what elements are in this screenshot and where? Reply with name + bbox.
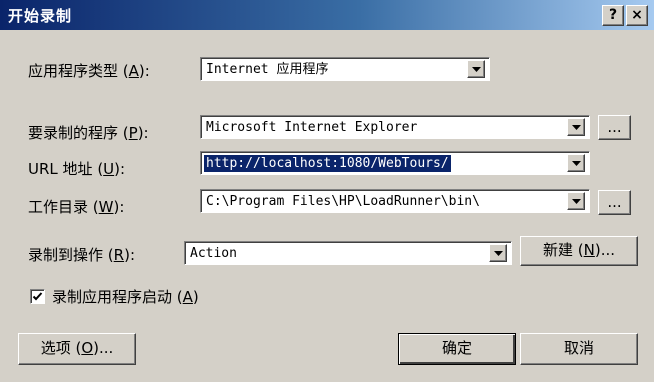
- chevron-down-icon: [572, 199, 581, 204]
- program-label: 要录制的程序 (P):: [28, 124, 149, 142]
- url-value[interactable]: http://localhost:1080/WebTours/: [204, 155, 451, 172]
- help-button[interactable]: ?: [602, 5, 624, 26]
- chevron-down-icon: [572, 161, 581, 166]
- workdir-dropdown-button[interactable]: [567, 192, 585, 210]
- url-label: URL 地址 (U):: [28, 160, 126, 178]
- chevron-down-icon: [494, 251, 503, 256]
- checkmark-icon: [32, 292, 43, 301]
- record-to-dropdown-button[interactable]: [489, 244, 507, 262]
- program-browse-button[interactable]: ...: [598, 115, 631, 140]
- window-title: 开始录制: [8, 7, 73, 25]
- workdir-browse-button[interactable]: ...: [598, 190, 631, 215]
- app-type-dropdown-button[interactable]: [467, 60, 485, 78]
- record-to-label: 录制到操作 (R):: [28, 246, 135, 264]
- chevron-down-icon: [472, 67, 481, 72]
- workdir-combobox[interactable]: C:\Program Files\HP\LoadRunner\bin\: [200, 189, 590, 213]
- close-button[interactable]: ×: [626, 5, 648, 26]
- program-select[interactable]: Microsoft Internet Explorer: [200, 115, 590, 139]
- app-type-select[interactable]: Internet 应用程序: [200, 57, 490, 81]
- cancel-button[interactable]: 取消: [520, 333, 638, 365]
- workdir-value: C:\Program Files\HP\LoadRunner\bin\: [206, 194, 480, 209]
- url-combobox[interactable]: http://localhost:1080/WebTours/: [200, 151, 590, 175]
- program-value: Microsoft Internet Explorer: [206, 120, 418, 135]
- options-button[interactable]: 选项 (O)...: [18, 333, 136, 365]
- title-bar: 开始录制 ? ×: [0, 0, 654, 30]
- app-type-label: 应用程序类型 (A):: [28, 62, 150, 80]
- record-startup-checkbox[interactable]: [30, 289, 45, 304]
- workdir-label: 工作目录 (W):: [28, 198, 125, 216]
- record-to-select[interactable]: Action: [184, 241, 512, 265]
- app-type-value: Internet 应用程序: [206, 62, 329, 77]
- record-startup-label[interactable]: 录制应用程序启动 (A): [52, 286, 199, 307]
- url-dropdown-button[interactable]: [567, 154, 585, 172]
- new-action-button[interactable]: 新建 (N)...: [520, 236, 638, 266]
- chevron-down-icon: [572, 125, 581, 130]
- program-dropdown-button[interactable]: [567, 118, 585, 136]
- ok-button[interactable]: 确定: [398, 333, 516, 365]
- record-to-value: Action: [190, 246, 237, 261]
